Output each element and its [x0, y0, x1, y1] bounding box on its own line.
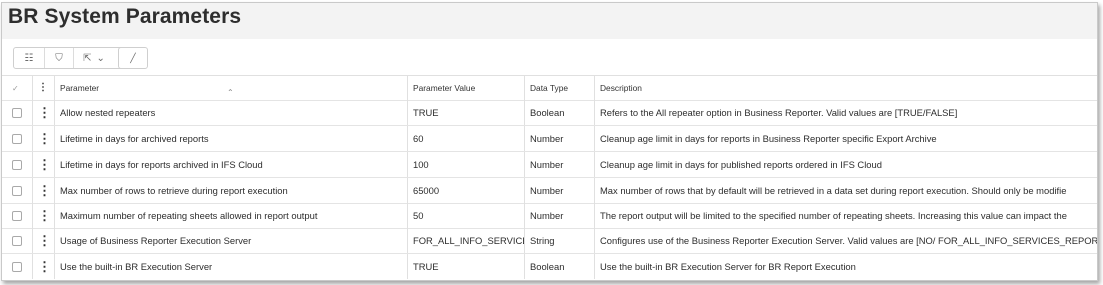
column-header-description[interactable]: Description	[594, 76, 1097, 100]
table-row[interactable]: ⋮ Lifetime in days for reports archived …	[2, 152, 1097, 178]
edit-icon: ╱	[130, 52, 136, 63]
table-row[interactable]: ⋮ Usage of Business Reporter Execution S…	[2, 228, 1097, 254]
cell-parameter-value: TRUE	[407, 254, 524, 279]
header-menu-icon[interactable]: ⋮	[32, 76, 54, 100]
row-menu-icon[interactable]: ⋮	[32, 228, 54, 253]
filter-button[interactable]: ⛉	[45, 48, 74, 68]
column-chooser-icon: ☷	[24, 52, 34, 64]
row-menu-icon[interactable]: ⋮	[32, 203, 54, 228]
column-header-parameter-value[interactable]: Parameter Value	[407, 76, 524, 100]
cell-data-type: Number	[524, 203, 594, 228]
cell-parameter: Lifetime in days for reports archived in…	[54, 152, 407, 177]
cell-description: Cleanup age limit in days for reports in…	[594, 126, 1097, 151]
row-checkbox[interactable]	[7, 126, 27, 151]
cell-description: Refers to the All repeater option in Bus…	[594, 100, 1097, 125]
cell-data-type: Number	[524, 126, 594, 151]
table-row[interactable]: ⋮ Lifetime in days for archived reports …	[2, 126, 1097, 152]
cell-parameter-value: 50	[407, 203, 524, 228]
row-menu-icon[interactable]: ⋮	[32, 152, 54, 177]
cell-data-type: Number	[524, 152, 594, 177]
column-chooser-button[interactable]: ☷	[14, 48, 45, 68]
row-menu-icon[interactable]: ⋮	[32, 100, 54, 125]
cell-data-type: String	[524, 228, 594, 253]
cell-description: Use the built-in BR Execution Server for…	[594, 254, 1097, 279]
row-menu-icon[interactable]: ⋮	[32, 254, 54, 279]
row-checkbox[interactable]	[7, 203, 27, 228]
cell-parameter: Lifetime in days for archived reports	[54, 126, 407, 151]
edit-button[interactable]: ╱	[118, 47, 148, 69]
cell-parameter-value: 100	[407, 152, 524, 177]
parameters-table: ✓ ⋮ Parameter ⌃ Parameter Value Data Typ…	[2, 75, 1097, 280]
table-row[interactable]: ⋮ Use the built-in BR Execution Server T…	[2, 254, 1097, 279]
row-menu-icon[interactable]: ⋮	[32, 178, 54, 203]
toolbar	[2, 39, 1097, 75]
cell-description: Cleanup age limit in days for published …	[594, 152, 1097, 177]
cell-data-type: Boolean	[524, 254, 594, 279]
cell-parameter-value: 65000	[407, 178, 524, 203]
row-checkbox[interactable]	[7, 254, 27, 279]
export-icon: ⇱	[83, 52, 92, 64]
cell-data-type: Number	[524, 178, 594, 203]
chevron-down-icon: ⌄	[96, 52, 105, 64]
export-menu-button[interactable]: ⇱ ⌄	[74, 48, 114, 68]
row-checkbox[interactable]	[7, 178, 27, 203]
sort-ascending-icon: ⌃	[227, 88, 234, 97]
column-header-data-type[interactable]: Data Type	[524, 76, 594, 100]
cell-description: The report output will be limited to the…	[594, 203, 1097, 228]
table-row[interactable]: ⋮ Maximum number of repeating sheets all…	[2, 203, 1097, 229]
cell-description: Configures use of the Business Reporter …	[594, 228, 1097, 253]
cell-parameter: Allow nested repeaters	[54, 100, 407, 125]
app-window: BR System Parameters ☷ ⛉ ⇱ ⌄ ╱ ✓ ⋮ Param…	[1, 2, 1098, 281]
cell-parameter: Use the built-in BR Execution Server	[54, 254, 407, 279]
cell-parameter: Usage of Business Reporter Execution Ser…	[54, 228, 407, 253]
page-title: BR System Parameters	[8, 5, 242, 28]
cell-parameter-value: 60	[407, 126, 524, 151]
cell-parameter: Max number of rows to retrieve during re…	[54, 178, 407, 203]
table-row[interactable]: ⋮ Max number of rows to retrieve during …	[2, 178, 1097, 204]
row-checkbox[interactable]	[7, 100, 27, 125]
column-header-parameter[interactable]: Parameter ⌃	[54, 76, 407, 100]
cell-parameter-value: FOR_ALL_INFO_SERVICES	[407, 228, 524, 253]
cell-parameter-value: TRUE	[407, 100, 524, 125]
select-all-checkbox[interactable]: ✓	[7, 76, 27, 100]
table-row[interactable]: ⋮ Allow nested repeaters TRUE Boolean Re…	[2, 100, 1097, 126]
cell-description: Max number of rows that by default will …	[594, 178, 1097, 203]
table-header-row: ✓ ⋮ Parameter ⌃ Parameter Value Data Typ…	[2, 76, 1097, 101]
filter-icon: ⛉	[55, 52, 63, 64]
row-checkbox[interactable]	[7, 228, 27, 253]
cell-parameter: Maximum number of repeating sheets allow…	[54, 203, 407, 228]
cell-data-type: Boolean	[524, 100, 594, 125]
row-menu-icon[interactable]: ⋮	[32, 126, 54, 151]
row-checkbox[interactable]	[7, 152, 27, 177]
